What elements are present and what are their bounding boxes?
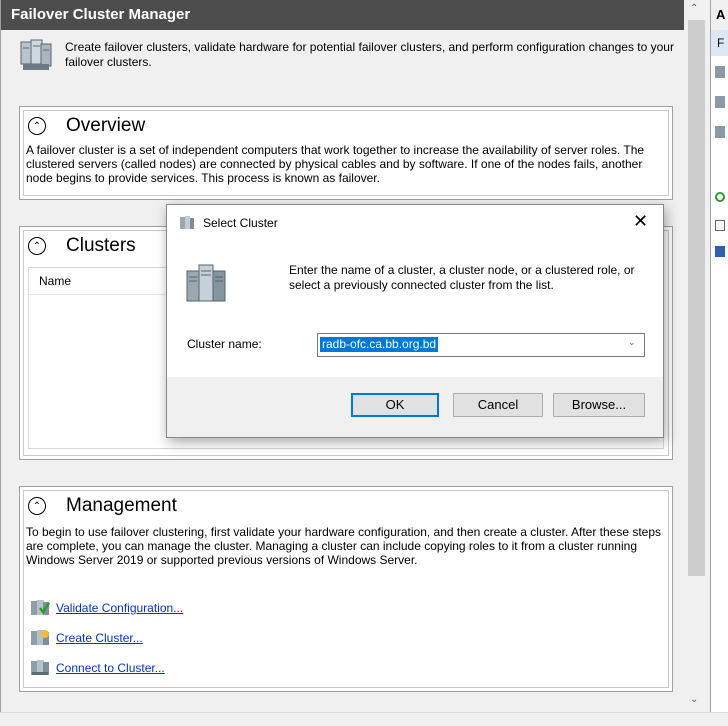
action-view-icon[interactable] xyxy=(715,220,725,231)
action-help-icon[interactable] xyxy=(715,246,725,257)
scroll-down-arrow-icon[interactable]: ⌄ xyxy=(690,694,698,705)
management-text: To begin to use failover clustering, fir… xyxy=(26,525,662,567)
chevron-down-icon[interactable]: ⌄ xyxy=(628,337,636,348)
server-cluster-icon xyxy=(186,264,226,302)
action-cluster-icon[interactable] xyxy=(715,126,725,138)
overview-panel: ⌃ Overview A failover cluster is a set o… xyxy=(19,106,673,200)
dialog-body: Enter the name of a cluster, a cluster n… xyxy=(167,241,663,377)
cluster-servers-icon xyxy=(20,39,52,70)
browse-button[interactable]: Browse... xyxy=(553,393,645,417)
action-refresh-icon[interactable] xyxy=(715,192,725,202)
validate-configuration-icon xyxy=(31,600,50,615)
close-icon[interactable]: ✕ xyxy=(633,211,648,232)
management-panel: ⌃ Management To begin to use failover cl… xyxy=(19,486,673,692)
actions-pane-header: A xyxy=(711,0,728,31)
actions-pane-section-label: F xyxy=(717,36,725,50)
ok-button[interactable]: OK xyxy=(351,393,439,417)
dialog-titlebar: Select Cluster ✕ xyxy=(167,205,663,241)
scrollbar-thumb[interactable] xyxy=(688,20,705,576)
intro-section: Create failover clusters, validate hardw… xyxy=(11,34,674,90)
collapse-chevron-up-icon[interactable]: ⌃ xyxy=(28,117,46,135)
cluster-name-label: Cluster name: xyxy=(187,337,262,351)
overview-text: A failover cluster is a set of independe… xyxy=(26,143,645,185)
status-bar xyxy=(0,712,728,726)
create-cluster-link[interactable]: Create Cluster... xyxy=(56,631,143,645)
collapse-chevron-up-icon[interactable]: ⌃ xyxy=(28,237,46,255)
overview-title: Overview xyxy=(66,115,146,136)
dialog-instruction: Enter the name of a cluster, a cluster n… xyxy=(289,263,635,292)
collapse-chevron-up-icon[interactable]: ⌃ xyxy=(28,497,46,515)
cluster-name-combobox[interactable]: radb-ofc.ca.bb.org.bd ⌄ xyxy=(317,333,645,357)
cluster-name-input[interactable]: radb-ofc.ca.bb.org.bd xyxy=(320,337,439,352)
cluster-app-icon xyxy=(180,216,194,229)
management-title: Management xyxy=(66,495,177,516)
scroll-up-arrow-icon[interactable]: ⌃ xyxy=(690,3,698,14)
actions-pane: A F xyxy=(710,0,728,712)
dialog-title: Select Cluster xyxy=(203,216,278,230)
create-cluster-icon xyxy=(31,630,49,645)
actions-pane-section: F xyxy=(711,30,728,56)
connect-to-cluster-link[interactable]: Connect to Cluster... xyxy=(56,661,165,675)
select-cluster-dialog: Select Cluster ✕ Enter the name of a clu… xyxy=(166,204,664,438)
actions-pane-title: A xyxy=(716,7,726,22)
page-title: Failover Cluster Manager xyxy=(1,0,685,30)
clusters-title: Clusters xyxy=(66,235,136,256)
action-cluster-icon[interactable] xyxy=(715,96,725,108)
validate-configuration-link[interactable]: Validate Configuration... xyxy=(56,601,183,615)
intro-text: Create failover clusters, validate hardw… xyxy=(65,40,674,69)
action-cluster-icon[interactable] xyxy=(715,66,725,78)
column-header-name[interactable]: Name xyxy=(39,274,71,288)
cancel-button[interactable]: Cancel xyxy=(453,393,543,417)
connect-to-cluster-icon xyxy=(31,660,49,675)
